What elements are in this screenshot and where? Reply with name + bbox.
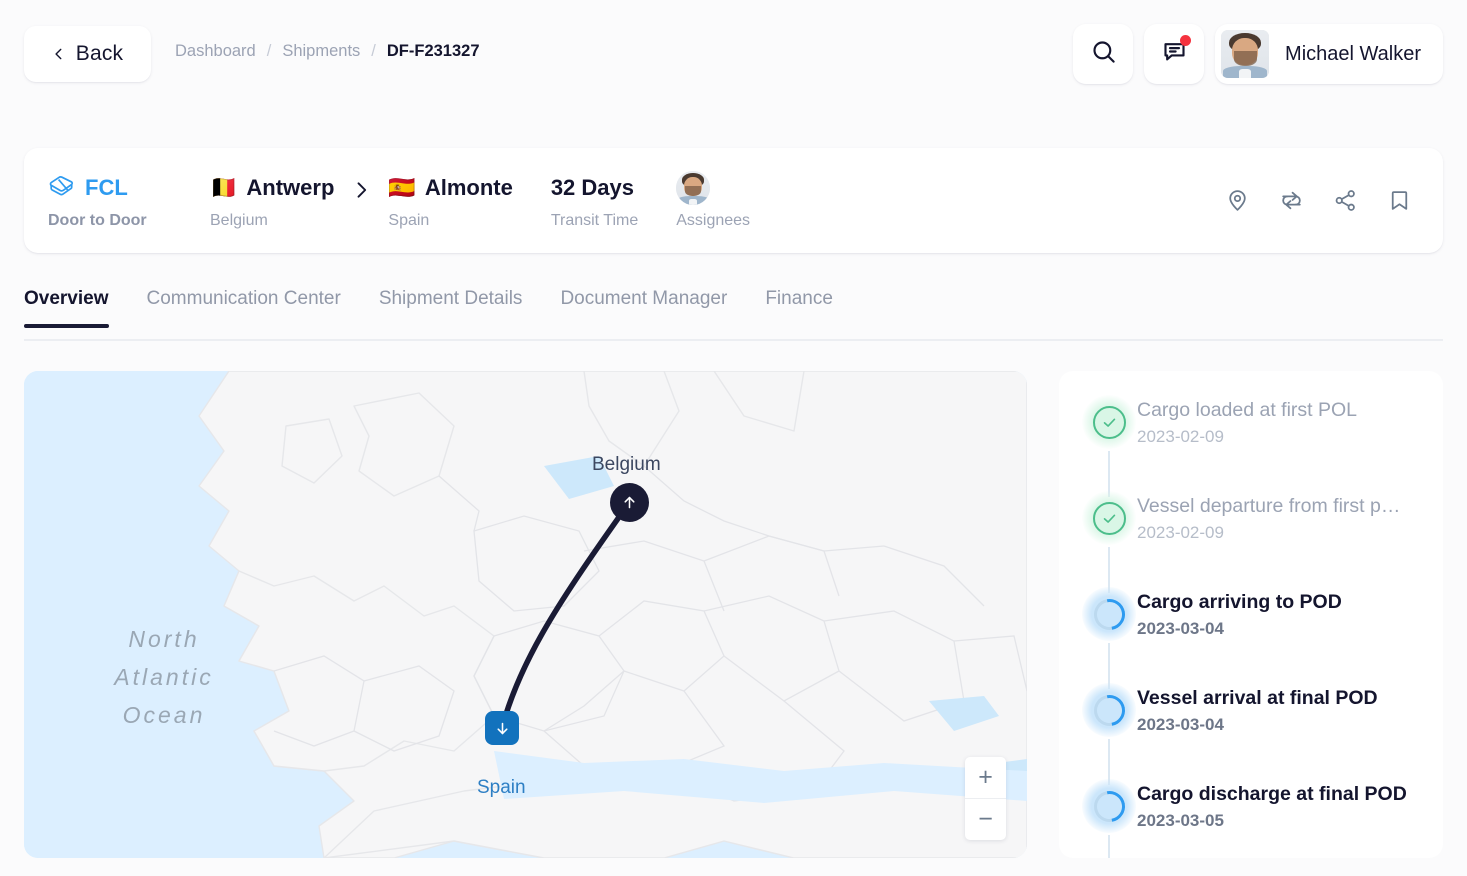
- transit-label: Transit Time: [550, 212, 639, 229]
- header-actions: Michael Walker: [1073, 24, 1443, 84]
- assignee-avatar: [676, 171, 711, 205]
- unread-badge: [1180, 35, 1192, 46]
- transit-value: 32 Days: [550, 175, 634, 200]
- tab-communication-center[interactable]: Communication Center: [147, 288, 341, 326]
- tab-shipment-details[interactable]: Shipment Details: [379, 288, 523, 326]
- transit-time: 32 Days Transit Time: [551, 171, 638, 230]
- destination-marker[interactable]: [485, 711, 519, 745]
- spinner-icon: [1087, 592, 1131, 636]
- avatar: [1221, 30, 1270, 78]
- breadcrumb: Dashboard / Shipments / DF-F231327: [175, 42, 480, 61]
- assignees[interactable]: Assignees: [676, 171, 750, 230]
- timeline-title: Cargo discharge at final POD: [1137, 783, 1407, 805]
- timeline-item[interactable]: Vessel departure from first p… 2023-02-0…: [1059, 485, 1443, 593]
- belgium-flag-icon: 🇧🇪: [210, 175, 238, 200]
- spinner-icon: [1087, 784, 1131, 828]
- timeline-date: 2023-02-09: [1137, 427, 1224, 446]
- share-icon[interactable]: [1331, 187, 1359, 215]
- mode-code: FCL: [85, 175, 128, 200]
- card-action-bar: [1223, 187, 1443, 215]
- shipment-summary-card: FCL Door to Door 🇧🇪 Antwerp Belgium 🇪🇸 A…: [24, 148, 1443, 253]
- zoom-out-button[interactable]: −: [965, 799, 1006, 840]
- messages-button[interactable]: [1144, 24, 1205, 84]
- track-location-icon[interactable]: [1223, 187, 1251, 215]
- breadcrumb-item-shipments[interactable]: Shipments: [282, 42, 360, 61]
- container-box-icon: [48, 173, 76, 204]
- timeline-status-pending: [1081, 773, 1137, 833]
- assignees-label: Assignees: [676, 212, 751, 229]
- route-map[interactable]: North Atlantic Ocean Belgium Spain + −: [24, 371, 1027, 858]
- origin: 🇧🇪 Antwerp Belgium: [210, 171, 334, 230]
- bookmark-icon[interactable]: [1385, 187, 1413, 215]
- breadcrumb-separator: /: [266, 42, 272, 60]
- zoom-in-button[interactable]: +: [965, 757, 1006, 799]
- timeline-status-pending: [1081, 677, 1137, 737]
- timeline-title: Cargo loaded at first POL: [1137, 399, 1358, 421]
- search-icon: [1090, 38, 1117, 70]
- timeline-item[interactable]: Vessel arrival at final POD 2023-03-04: [1059, 677, 1443, 785]
- timeline-title: Vessel departure from first p…: [1137, 495, 1401, 517]
- destination-country: Spain: [388, 212, 430, 229]
- user-menu[interactable]: Michael Walker: [1215, 24, 1443, 84]
- timeline-date: 2023-03-04: [1137, 715, 1224, 734]
- destination-city: Almonte: [424, 175, 513, 200]
- timeline-status-pending: [1081, 581, 1137, 641]
- timeline-item[interactable]: Cargo discharge at final POD 2023-03-05: [1059, 773, 1443, 858]
- breadcrumb-item-dashboard[interactable]: Dashboard: [175, 42, 256, 61]
- tab-finance[interactable]: Finance: [765, 288, 833, 326]
- timeline-status-done: [1081, 389, 1137, 449]
- spinner-icon: [1087, 688, 1131, 732]
- spain-flag-icon: 🇪🇸: [388, 175, 416, 200]
- arrow-down-icon: [496, 722, 508, 734]
- back-label: Back: [75, 42, 124, 65]
- timeline-title: Cargo arriving to POD: [1137, 591, 1342, 613]
- sync-refresh-icon[interactable]: [1277, 187, 1305, 215]
- page-header: Back Dashboard / Shipments / DF-F231327: [0, 0, 1467, 108]
- timeline-date: 2023-03-04: [1137, 619, 1224, 638]
- search-button[interactable]: [1073, 24, 1134, 84]
- chevron-left-icon: [52, 47, 66, 61]
- timeline-date: 2023-02-09: [1137, 523, 1224, 542]
- map-canvas: [24, 371, 1027, 858]
- tab-overview[interactable]: Overview: [24, 288, 109, 328]
- origin-country: Belgium: [210, 212, 268, 229]
- tab-bar: Overview Communication Center Shipment D…: [24, 288, 1443, 341]
- timeline-title: Vessel arrival at final POD: [1137, 687, 1378, 709]
- origin-marker[interactable]: [610, 483, 649, 522]
- check-circle-icon: [1092, 405, 1126, 439]
- arrow-up-icon: [624, 496, 635, 509]
- check-circle-icon: [1092, 501, 1126, 535]
- origin-city: Antwerp: [246, 175, 335, 200]
- timeline-date: 2023-03-05: [1137, 811, 1224, 830]
- back-button[interactable]: Back: [24, 26, 151, 82]
- shipment-timeline: Cargo loaded at first POL 2023-02-09 Ves…: [1059, 371, 1443, 858]
- user-name: Michael Walker: [1285, 42, 1421, 65]
- shipment-mode: FCL Door to Door: [48, 171, 210, 230]
- route-arrow-icon: [351, 180, 371, 200]
- destination: 🇪🇸 Almonte Spain: [388, 171, 512, 230]
- timeline-item[interactable]: Cargo loaded at first POL 2023-02-09: [1059, 389, 1443, 497]
- timeline-status-done: [1081, 485, 1137, 545]
- mode-subtitle: Door to Door: [48, 212, 147, 229]
- map-zoom-control: + −: [965, 757, 1006, 840]
- timeline-item[interactable]: Cargo arriving to POD 2023-03-04: [1059, 581, 1443, 689]
- breadcrumb-separator: /: [371, 42, 376, 60]
- tab-document-manager[interactable]: Document Manager: [560, 288, 727, 326]
- breadcrumb-item-current: DF-F231327: [386, 42, 480, 60]
